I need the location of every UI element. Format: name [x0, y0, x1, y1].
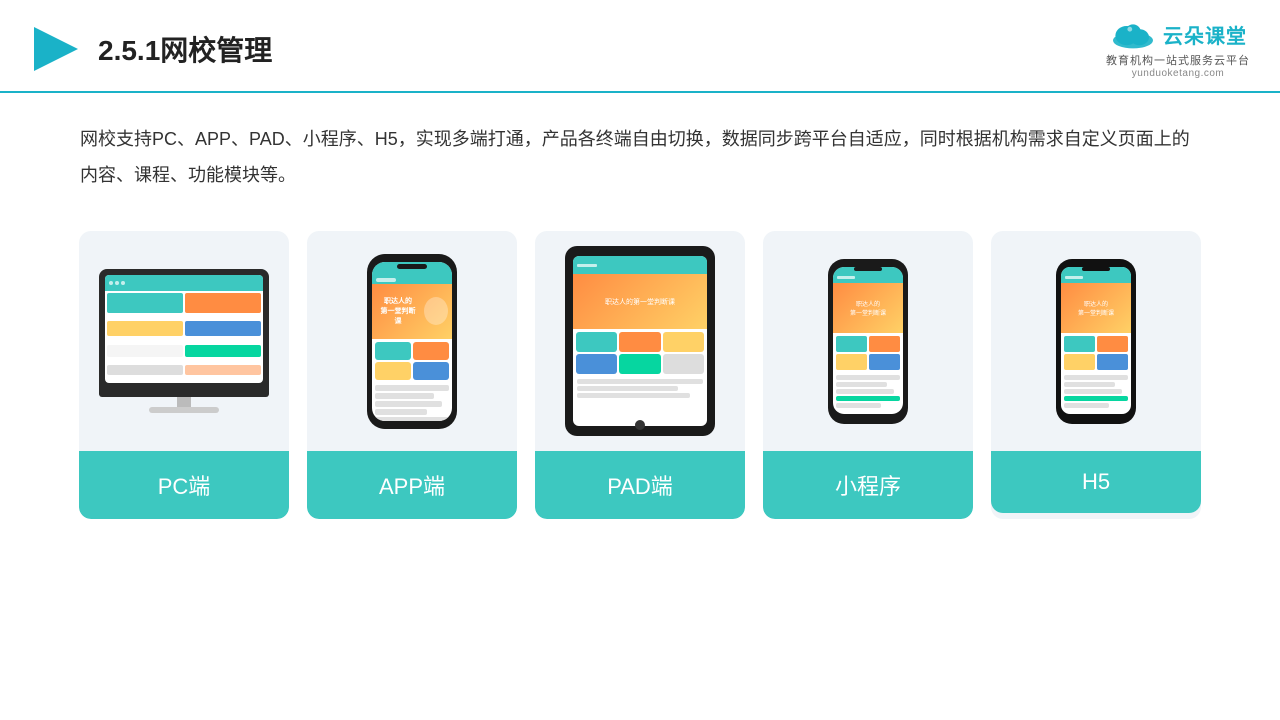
tablet-home-btn	[635, 420, 645, 430]
card-miniapp: 职达人的第一堂判断课	[763, 231, 973, 519]
page-title: 2.5.1网校管理	[98, 29, 272, 69]
phone-mini-h5: 职达人的第一堂判断课	[1056, 259, 1136, 424]
phone-mini-miniapp: 职达人的第一堂判断课	[828, 259, 908, 424]
phone-mini-screen: 职达人的第一堂判断课	[833, 267, 903, 414]
pc-mockup	[99, 269, 269, 413]
monitor-bottom	[99, 389, 269, 397]
monitor-neck	[177, 397, 191, 407]
header-left: 2.5.1网校管理	[30, 23, 272, 75]
play-icon	[30, 23, 82, 75]
logo-name: 云朵课堂	[1163, 20, 1247, 49]
card-app-label: APP端	[307, 451, 517, 519]
phone-notch-app	[397, 264, 427, 269]
cards-area: PC端 职达人的第一堂判断课	[0, 211, 1280, 549]
cloud-icon	[1109, 18, 1157, 50]
tablet-mockup: 职达人的第一堂判断课	[565, 246, 715, 436]
description-text: 网校支持PC、APP、PAD、小程序、H5，实现多端打通，产品各终端自由切换，数…	[0, 93, 1280, 211]
logo-cloud: 云朵课堂	[1109, 18, 1247, 50]
card-h5-image: 职达人的第一堂判断课	[991, 231, 1201, 451]
card-miniapp-image: 职达人的第一堂判断课	[763, 231, 973, 451]
phone-mini-notch-h5	[1082, 267, 1110, 271]
card-app-image: 职达人的第一堂判断课	[307, 231, 517, 451]
phone-screen-app: 职达人的第一堂判断课	[372, 262, 452, 421]
monitor-base	[149, 407, 219, 413]
phone-mockup-app: 职达人的第一堂判断课	[367, 254, 457, 429]
logo-tagline: 教育机构一站式服务云平台	[1106, 52, 1250, 68]
card-h5-label: H5	[991, 451, 1201, 513]
logo-url: yunduoketang.com	[1132, 68, 1225, 79]
tablet-screen: 职达人的第一堂判断课	[573, 256, 707, 426]
card-pad-image: 职达人的第一堂判断课	[535, 231, 745, 451]
phone-mini-screen-h5: 职达人的第一堂判断课	[1061, 267, 1131, 414]
card-pc-image	[79, 231, 289, 451]
card-app: 职达人的第一堂判断课	[307, 231, 517, 519]
monitor-screen	[105, 275, 263, 383]
card-pc-label: PC端	[79, 451, 289, 519]
card-pad: 职达人的第一堂判断课	[535, 231, 745, 519]
card-h5: 职达人的第一堂判断课	[991, 231, 1201, 519]
card-miniapp-label: 小程序	[763, 451, 973, 519]
monitor-frame	[99, 269, 269, 389]
phone-mini-notch	[854, 267, 882, 271]
card-pad-label: PAD端	[535, 451, 745, 519]
logo-area: 云朵课堂 教育机构一站式服务云平台 yunduoketang.com	[1106, 18, 1250, 79]
card-pc: PC端	[79, 231, 289, 519]
page-header: 2.5.1网校管理 云朵课堂 教育机构一站式服务云平台 yunduoketang…	[0, 0, 1280, 93]
